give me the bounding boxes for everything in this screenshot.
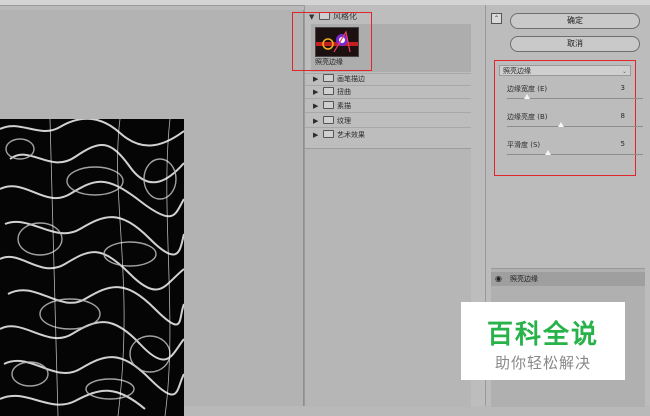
param-value[interactable]: 5 (621, 140, 625, 148)
group-label: 素描 (337, 102, 351, 110)
cancel-button[interactable]: 取消 (510, 36, 640, 52)
param-label: 平滑度 (S) (507, 141, 541, 149)
group-sketch[interactable]: ▶ 素描 (313, 100, 351, 112)
group-label: 纹理 (337, 117, 351, 125)
chevron-right-icon: ▶ (313, 75, 319, 83)
folder-icon (323, 130, 334, 138)
chevron-down-icon: ⌄ (621, 68, 627, 75)
param-value[interactable]: 8 (621, 112, 625, 120)
slider-knob[interactable] (524, 94, 531, 99)
chevron-right-icon: ▶ (313, 131, 319, 139)
param-edge-width: 边缘宽度 (E) 3 (507, 84, 643, 112)
slider-track[interactable] (507, 126, 643, 127)
chevron-right-icon: ▶ (313, 117, 319, 125)
param-value[interactable]: 3 (621, 84, 625, 92)
group-artistic[interactable]: ▶ 艺术效果 (313, 129, 365, 141)
group-label: 扭曲 (337, 88, 351, 96)
divider (305, 98, 471, 99)
chevron-right-icon: ▶ (313, 88, 319, 96)
group-brush-strokes[interactable]: ▶ 画笔描边 (313, 73, 365, 85)
collapse-icon[interactable]: ⌃ (491, 13, 502, 24)
slider-knob[interactable] (544, 150, 551, 155)
watermark-title: 百科全说 (486, 320, 599, 350)
folder-icon (323, 116, 334, 124)
eye-icon[interactable]: ◉ (495, 275, 503, 283)
filter-select-value: 照亮边缘 (503, 67, 531, 75)
folder-icon (323, 101, 334, 109)
watermark-subtitle: 助你轻松解决 (494, 354, 591, 372)
highlight-box-thumbnail (292, 12, 372, 71)
param-label: 边缘宽度 (E) (507, 85, 548, 93)
folder-icon (323, 87, 334, 95)
watermark-logo: 百科全说 助你轻松解决 (461, 302, 625, 380)
browser-empty-area (305, 148, 471, 407)
filter-select[interactable]: 照亮边缘 ⌄ (499, 65, 631, 76)
folder-icon (323, 74, 334, 82)
divider (305, 127, 471, 128)
preview-area[interactable] (0, 10, 304, 416)
group-texture[interactable]: ▶ 纹理 (313, 115, 351, 127)
param-edge-brightness: 边缘亮度 (B) 8 (507, 112, 643, 140)
slider-track[interactable] (507, 154, 643, 155)
param-label: 边缘亮度 (B) (507, 113, 548, 121)
group-distort[interactable]: ▶ 扭曲 (313, 86, 351, 98)
slider-knob[interactable] (558, 122, 565, 127)
param-smoothness: 平滑度 (S) 5 (507, 140, 643, 168)
preview-image (0, 119, 184, 416)
group-label: 画笔描边 (337, 75, 365, 83)
layer-name: 照亮边缘 (510, 275, 538, 283)
layer-row[interactable]: ◉ 照亮边缘 (491, 272, 645, 286)
divider (305, 112, 471, 113)
chevron-right-icon: ▶ (313, 102, 319, 110)
ok-button[interactable]: 确定 (510, 13, 640, 29)
filter-settings: 照亮边缘 ⌄ 边缘宽度 (E) 3 边缘亮度 (B) 8 平滑度 (S) 5 (494, 60, 643, 176)
group-label: 艺术效果 (337, 131, 365, 139)
